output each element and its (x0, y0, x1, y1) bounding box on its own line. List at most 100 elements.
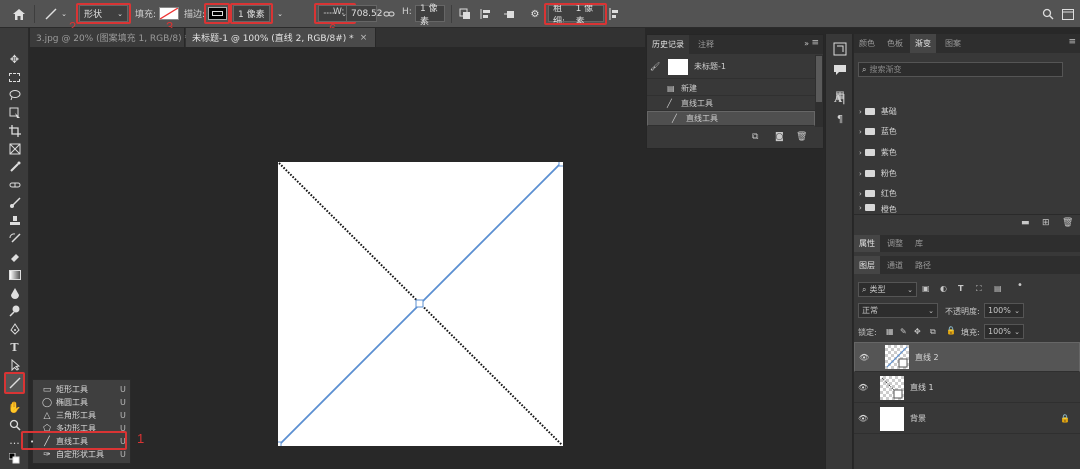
lock-all-icon[interactable]: 🔒 (946, 326, 956, 335)
marquee-tool-icon[interactable] (4, 68, 25, 86)
filter-adjustment-icon[interactable]: ◐ (940, 284, 947, 293)
align-edges-icon[interactable] (607, 4, 621, 24)
blur-tool-icon[interactable] (4, 284, 25, 302)
scrollbar[interactable] (815, 55, 823, 127)
hand-tool-icon[interactable]: ✋ (4, 398, 25, 416)
gradient-group[interactable]: › 紫色 (854, 143, 1064, 162)
clone-stamp-tool-icon[interactable] (4, 212, 25, 230)
filter-toggle-icon[interactable]: • (1017, 280, 1023, 291)
menu-item-rectangle-tool[interactable]: ▭ 矩形工具 U (33, 383, 130, 396)
filter-shape-icon[interactable]: ⛶ (976, 284, 982, 294)
history-snapshot[interactable]: 🖌 未标题-1 (647, 55, 815, 79)
tab-properties[interactable]: 属性 (854, 235, 880, 252)
comment-icon[interactable] (832, 64, 848, 80)
tab-adjustments[interactable]: 调整 (882, 235, 908, 252)
tab-paths[interactable]: 路径 (910, 256, 936, 274)
history-item[interactable]: ▤ 新建 (647, 81, 815, 96)
type-tool-icon[interactable]: T (4, 338, 25, 356)
filter-type-icon[interactable]: T (958, 284, 963, 293)
history-icon[interactable] (832, 42, 848, 58)
add-icon[interactable]: ⊞ (1042, 218, 1050, 228)
gradient-group[interactable]: › 橙色 (854, 204, 1064, 214)
anchor-point-handle[interactable] (278, 441, 282, 446)
height-field[interactable]: 1 像素 (415, 4, 445, 27)
layer-row-line-2[interactable]: 👁 直线 2 (854, 342, 1080, 372)
tab-libraries[interactable]: 库 (910, 235, 928, 252)
character-icon[interactable]: A| (832, 92, 848, 108)
default-colors-icon[interactable] (4, 450, 25, 468)
collapse-icon[interactable]: » (804, 39, 809, 48)
eye-icon[interactable]: 👁 (859, 353, 869, 362)
tab-document-untitled[interactable]: 未标题-1 @ 100% (直线 2, RGB/8#) * × (186, 28, 376, 47)
layer-row-line-1[interactable]: 👁 直线 1 (854, 373, 1080, 403)
eyedropper-tool-icon[interactable] (4, 158, 25, 176)
chevron-down-icon[interactable]: ⌄ (275, 4, 285, 24)
opacity-field[interactable]: 100% ⌄ (984, 303, 1024, 318)
dodge-tool-icon[interactable] (4, 302, 25, 320)
search-icon[interactable] (1040, 4, 1056, 24)
tab-layers[interactable]: 图层 (854, 256, 880, 274)
document-canvas[interactable] (278, 162, 563, 446)
close-icon[interactable]: × (360, 33, 368, 43)
path-alignment-icon[interactable] (478, 4, 494, 24)
gradient-search-input[interactable]: ⌕ 搜索渐变 (858, 62, 1063, 77)
paragraph-icon[interactable]: ¶ (832, 112, 848, 128)
eraser-tool-icon[interactable] (4, 248, 25, 266)
layer-filter-select[interactable]: ⌕ 类型 ⌄ (858, 282, 917, 297)
center-point-handle[interactable] (415, 299, 424, 308)
menu-item-triangle-tool[interactable]: △ 三角形工具 U (33, 409, 130, 422)
move-tool-icon[interactable]: ✥ (4, 50, 25, 68)
home-icon[interactable] (8, 4, 30, 24)
tab-notes[interactable]: 注释 (693, 35, 719, 54)
tab-color[interactable]: 颜色 (854, 34, 880, 53)
chevron-down-icon[interactable]: ⌄ (60, 4, 68, 24)
tab-channels[interactable]: 通道 (882, 256, 908, 274)
anchor-point-handle[interactable] (558, 162, 563, 167)
lock-artboard-icon[interactable]: ⧉ (930, 327, 936, 337)
filter-smart-object-icon[interactable]: ▤ (994, 284, 1002, 293)
gradient-tool-icon[interactable] (4, 266, 25, 284)
blend-mode-select[interactable]: 正常 ⌄ (858, 303, 938, 318)
tab-swatches[interactable]: 色板 (882, 34, 908, 53)
object-select-tool-icon[interactable] (4, 104, 25, 122)
pen-tool-icon[interactable] (4, 320, 25, 338)
lasso-tool-icon[interactable] (4, 86, 25, 104)
layer-row-background[interactable]: 👁 背景 🔒 (854, 404, 1080, 434)
lock-paint-icon[interactable]: ✎ (900, 327, 907, 336)
frame-tool-icon[interactable] (4, 140, 25, 158)
folder-icon[interactable]: ▬ (1021, 218, 1030, 228)
trash-icon[interactable]: 🗑 (796, 132, 807, 142)
crop-tool-icon[interactable] (4, 122, 25, 140)
history-item[interactable]: ╱ 直线工具 (647, 96, 815, 111)
filter-image-icon[interactable]: ▣ (922, 284, 930, 293)
trash-icon[interactable]: 🗑 (1062, 218, 1073, 228)
eye-icon[interactable]: 👁 (858, 414, 868, 423)
tab-document-3jpg[interactable]: 3.jpg @ 20% (图案填充 1, RGB/8) * × (30, 28, 203, 47)
line-tool-icon[interactable] (4, 372, 25, 394)
panel-menu-icon[interactable]: ≡ (811, 38, 819, 48)
line-tool-preset-icon[interactable] (40, 4, 62, 24)
menu-item-ellipse-tool[interactable]: ◯ 椭圆工具 U (33, 396, 130, 409)
fill-field[interactable]: 100% ⌄ (984, 324, 1024, 339)
brush-tool-icon[interactable] (4, 194, 25, 212)
lock-position-icon[interactable]: ✥ (914, 327, 921, 336)
path-operations-icon[interactable] (457, 4, 473, 24)
history-brush-tool-icon[interactable] (4, 230, 25, 248)
gear-icon[interactable]: ⚙ (527, 4, 543, 24)
tab-gradients[interactable]: 渐变 (910, 34, 936, 53)
tab-patterns[interactable]: 图案 (940, 34, 966, 53)
workspace-icon[interactable] (1060, 4, 1076, 24)
gradient-group[interactable]: › 粉色 (854, 164, 1064, 183)
history-item[interactable]: ╱ 直线工具 (647, 111, 815, 126)
lock-transparent-icon[interactable]: ▦ (886, 327, 894, 336)
panel-menu-icon[interactable]: ≡ (1068, 37, 1076, 47)
path-arrangement-icon[interactable] (502, 4, 518, 24)
camera-icon[interactable]: ◙ (775, 132, 784, 142)
gradient-group[interactable]: › 基础 (854, 102, 1064, 121)
gradient-group[interactable]: › 红色 (854, 184, 1064, 203)
healing-brush-tool-icon[interactable] (4, 176, 25, 194)
new-document-from-state-icon[interactable]: ⧉ (752, 132, 758, 142)
tab-history[interactable]: 历史记录 (647, 35, 689, 54)
link-icon[interactable] (382, 4, 396, 24)
width-field[interactable]: 708.52 (346, 5, 383, 22)
